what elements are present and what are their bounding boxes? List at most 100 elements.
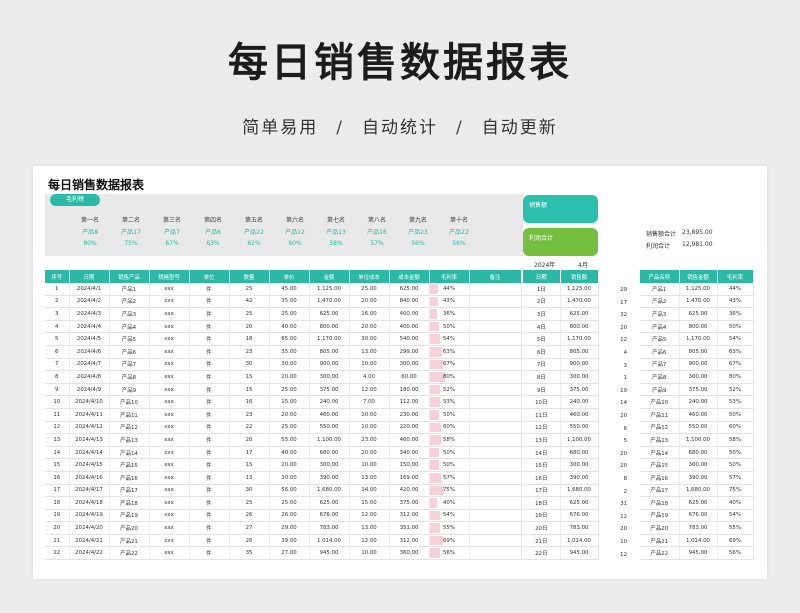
table-cell[interactable]: 676.00 [560, 509, 599, 523]
table-cell[interactable]: 6日 [523, 345, 561, 359]
table-cell[interactable]: 18 [45, 496, 70, 510]
table-cell[interactable]: 1,014.00 [560, 534, 599, 548]
table-cell[interactable]: 680.00 [560, 446, 599, 460]
table-cell[interactable]: 1,680.00 [309, 484, 350, 498]
table-cell[interactable]: 240.00 [560, 395, 599, 409]
table-cell[interactable]: 产品10 [109, 395, 150, 409]
table-cell[interactable]: 27 [229, 521, 270, 535]
table-cell[interactable]: 2024/4/18 [69, 496, 110, 510]
table-cell[interactable]: 2024/4/5 [69, 332, 110, 346]
table-cell[interactable]: xxx [149, 320, 190, 334]
table-cell[interactable]: 35 [229, 546, 270, 561]
table-cell[interactable]: 805.00 [560, 345, 599, 359]
table-cell[interactable]: 17日 [523, 484, 561, 498]
table-cell[interactable]: 18 [229, 332, 270, 346]
table-cell[interactable]: 550.00 [679, 421, 718, 435]
table-cell[interactable]: 20 [229, 433, 270, 447]
table-cell[interactable]: 17 [229, 446, 270, 460]
table-cell[interactable]: 19日 [523, 509, 561, 523]
margin-cell[interactable]: 54% [429, 509, 470, 523]
column-header[interactable]: 单位 [189, 270, 230, 283]
table-cell[interactable] [469, 484, 522, 498]
table-cell[interactable]: 54% [717, 509, 754, 523]
sales-kpi-card[interactable]: 销售额 [523, 195, 598, 223]
margin-cell[interactable]: 67% [429, 358, 470, 372]
table-cell[interactable]: 35.00 [269, 295, 310, 309]
table-cell[interactable]: xxx [149, 283, 190, 296]
table-cell[interactable]: 180.00 [389, 383, 430, 397]
table-cell[interactable]: 30 [229, 358, 270, 372]
table-cell[interactable]: 300.00 [560, 458, 599, 472]
table-cell[interactable]: 50% [717, 446, 754, 460]
table-cell[interactable]: 14日 [523, 446, 561, 460]
table-cell[interactable] [469, 446, 522, 460]
table-cell[interactable]: 805.00 [679, 345, 718, 359]
table-cell[interactable]: 产品21 [640, 534, 680, 548]
table-cell[interactable]: 4日 [523, 320, 561, 334]
column-header[interactable]: 毛利率 [717, 270, 754, 283]
table-cell[interactable]: 312.00 [389, 534, 430, 548]
table-cell[interactable]: 件 [189, 370, 230, 384]
table-cell[interactable]: 18日 [523, 496, 561, 510]
table-cell[interactable]: 375.00 [560, 383, 599, 397]
table-cell[interactable]: 1日 [523, 283, 561, 296]
table-cell[interactable]: 产品21 [109, 534, 150, 548]
table-cell[interactable]: 产品6 [640, 345, 680, 359]
table-cell[interactable]: 43% [717, 295, 754, 309]
table-cell[interactable]: 产品13 [109, 433, 150, 447]
table-cell[interactable]: xxx [149, 458, 190, 472]
table-cell[interactable]: 件 [189, 509, 230, 523]
table-cell[interactable]: 2024/4/4 [69, 320, 110, 334]
table-cell[interactable]: 产品8 [109, 370, 150, 384]
table-cell[interactable]: 945.00 [309, 546, 350, 561]
margin-cell[interactable]: 56% [429, 546, 470, 561]
table-cell[interactable]: 783.00 [560, 521, 599, 535]
table-cell[interactable]: 产品5 [109, 332, 150, 346]
table-cell[interactable]: 400.00 [389, 307, 430, 321]
table-cell[interactable]: 56% [717, 546, 754, 561]
table-cell[interactable]: 25.00 [349, 283, 390, 296]
table-cell[interactable]: 件 [189, 332, 230, 346]
table-cell[interactable]: 2024/4/11 [69, 408, 110, 422]
table-cell[interactable] [469, 283, 522, 296]
table-cell[interactable]: 产品10 [640, 395, 680, 409]
table-cell[interactable]: 产品8 [640, 370, 680, 384]
table-cell[interactable]: 69% [717, 534, 754, 548]
table-cell[interactable] [469, 509, 522, 523]
column-header[interactable]: 单价 [269, 270, 310, 283]
table-cell[interactable]: 产品1 [640, 283, 680, 296]
table-cell[interactable]: 9 [45, 383, 70, 397]
table-cell[interactable]: 产品14 [109, 446, 150, 460]
table-cell[interactable] [469, 383, 522, 397]
table-cell[interactable]: 1,014.00 [679, 534, 718, 548]
table-cell[interactable]: 20.00 [349, 295, 390, 309]
table-cell[interactable]: 1,125.00 [560, 283, 599, 296]
table-cell[interactable]: 20 [229, 320, 270, 334]
table-cell[interactable]: 676.00 [309, 509, 350, 523]
table-cell[interactable]: 55.00 [269, 433, 310, 447]
table-cell[interactable] [469, 307, 522, 321]
table-cell[interactable]: 65.00 [269, 332, 310, 346]
table-cell[interactable]: 2024/4/1 [69, 283, 110, 296]
table-cell[interactable]: 460.00 [309, 408, 350, 422]
table-cell[interactable]: 件 [189, 521, 230, 535]
table-cell[interactable]: 300.00 [679, 370, 718, 384]
column-header[interactable]: 销售产品 [109, 270, 150, 283]
table-cell[interactable]: 11 [45, 408, 70, 422]
table-cell[interactable]: 产品9 [109, 383, 150, 397]
table-cell[interactable]: 16日 [523, 471, 561, 485]
table-cell[interactable]: 676.00 [679, 509, 718, 523]
margin-cell[interactable]: 50% [429, 408, 470, 422]
table-cell[interactable]: 1,100.00 [309, 433, 350, 447]
table-cell[interactable]: 2024/4/16 [69, 471, 110, 485]
table-cell[interactable]: 44% [717, 283, 754, 296]
table-cell[interactable]: 产品20 [640, 521, 680, 535]
table-cell[interactable]: 10日 [523, 395, 561, 409]
table-cell[interactable]: 20.00 [349, 446, 390, 460]
table-cell[interactable]: 351.00 [389, 521, 430, 535]
table-cell[interactable]: 375.00 [679, 383, 718, 397]
margin-cell[interactable]: 63% [429, 345, 470, 359]
table-cell[interactable]: 10 [45, 395, 70, 409]
table-cell[interactable]: 60% [717, 421, 754, 435]
table-cell[interactable]: xxx [149, 446, 190, 460]
